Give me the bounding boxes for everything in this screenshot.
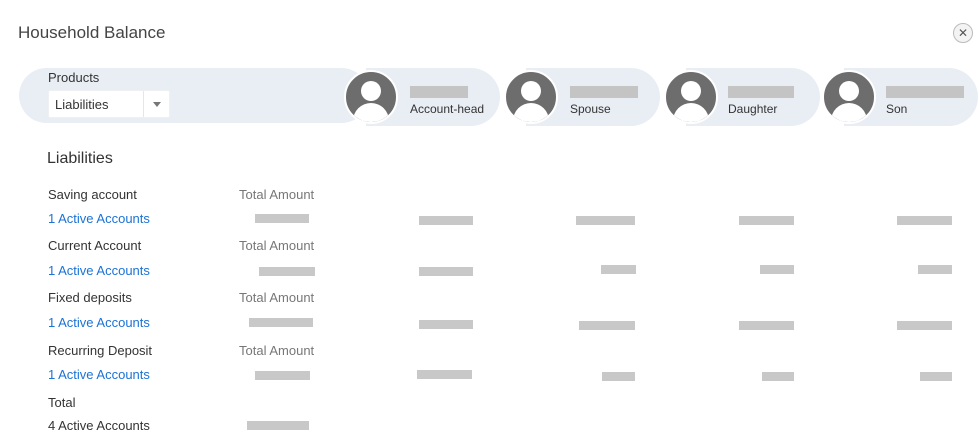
active-accounts-link-current[interactable]: 1 Active Accounts <box>48 263 150 278</box>
redacted-amount <box>419 320 473 329</box>
product-name-fixed: Fixed deposits <box>48 290 132 305</box>
section-heading: Liabilities <box>47 150 113 167</box>
member-role: Spouse <box>570 102 611 116</box>
redacted-amount <box>897 216 952 225</box>
redacted-amount <box>419 216 473 225</box>
chevron-down-icon[interactable] <box>143 91 169 117</box>
redacted-amount <box>419 267 473 276</box>
redacted-amount <box>760 265 794 274</box>
redacted-amount <box>249 318 313 327</box>
redacted-name <box>570 86 638 98</box>
products-select-value: Liabilities <box>55 96 109 112</box>
active-accounts-link-recurring[interactable]: 1 Active Accounts <box>48 367 150 382</box>
member-spouse[interactable]: Spouse <box>504 68 664 126</box>
product-name-current: Current Account <box>48 238 142 253</box>
redacted-name <box>728 86 794 98</box>
total-amount-label: Total Amount <box>239 238 315 253</box>
member-role: Account-head <box>410 102 485 116</box>
redacted-amount <box>920 372 952 381</box>
dialog-title: Household Balance <box>18 23 166 42</box>
redacted-amount <box>259 267 315 276</box>
avatar-icon <box>822 70 876 124</box>
redacted-amount <box>255 214 309 223</box>
redacted-amount <box>739 216 794 225</box>
avatar-icon <box>504 70 558 124</box>
avatar-icon <box>344 70 398 124</box>
redacted-amount <box>897 321 952 330</box>
product-name-recurring: Recurring Deposit <box>48 343 153 358</box>
redacted-amount <box>579 321 635 330</box>
redacted-name <box>886 86 964 98</box>
total-amount-label: Total Amount <box>239 343 315 358</box>
products-label: Products <box>48 70 100 85</box>
redacted-amount <box>601 265 636 274</box>
products-select[interactable]: Liabilities <box>48 90 170 118</box>
redacted-amount <box>602 372 635 381</box>
avatar-icon <box>664 70 718 124</box>
redacted-amount <box>918 265 952 274</box>
active-accounts-link-fixed[interactable]: 1 Active Accounts <box>48 315 150 330</box>
member-role: Daughter <box>728 102 778 116</box>
redacted-amount <box>739 321 794 330</box>
product-name-saving: Saving account <box>48 187 137 202</box>
total-amount-label: Total Amount <box>239 290 315 305</box>
total-amount-label: Total Amount <box>239 187 315 202</box>
member-daughter[interactable]: Daughter <box>664 68 824 126</box>
total-label: Total <box>48 395 76 410</box>
member-son[interactable]: Son <box>822 68 979 126</box>
redacted-amount <box>576 216 635 225</box>
active-accounts-link-saving[interactable]: 1 Active Accounts <box>48 211 150 226</box>
redacted-amount <box>255 371 310 380</box>
close-icon[interactable]: ✕ <box>953 23 973 43</box>
member-account-head[interactable]: Account-head <box>344 68 504 126</box>
redacted-amount <box>417 370 472 379</box>
redacted-name <box>410 86 468 98</box>
total-active-accounts: 4 Active Accounts <box>48 418 150 433</box>
member-role: Son <box>886 102 908 116</box>
redacted-amount <box>247 421 309 430</box>
redacted-amount <box>762 372 794 381</box>
